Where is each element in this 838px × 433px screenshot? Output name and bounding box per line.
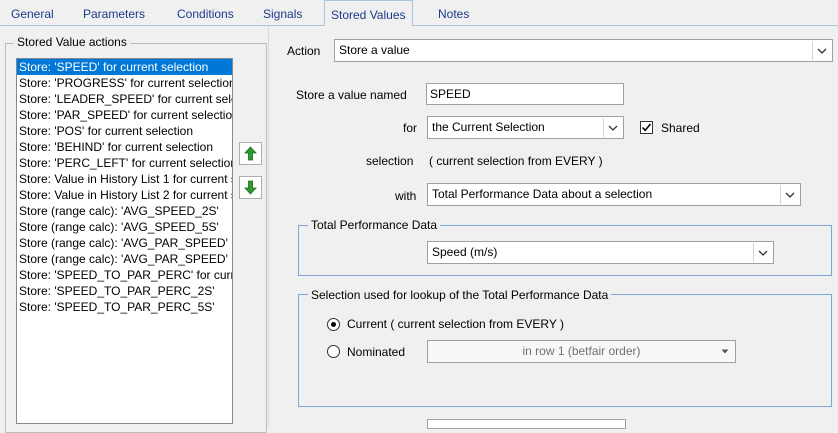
total-performance-data-title: Total Performance Data	[308, 218, 441, 232]
lookup-selection-title: Selection used for lookup of the Total P…	[308, 288, 612, 302]
for-select-value: the Current Selection	[432, 120, 545, 134]
list-item[interactable]: Store: 'SPEED_TO_PAR_PERC_2S'	[17, 283, 232, 299]
list-item[interactable]: Store (range calc): 'AVG_PAR_SPEED'	[17, 251, 232, 267]
with-select-value: Total Performance Data about a selection	[432, 187, 653, 201]
nominated-select[interactable]: in row 1 (betfair order)	[427, 340, 736, 363]
action-select[interactable]: Store a value	[334, 39, 833, 62]
list-item[interactable]: Store: 'POS' for current selection	[17, 123, 232, 139]
chevron-down-icon[interactable]	[780, 185, 799, 204]
nominated-radio-label: Nominated	[347, 345, 406, 359]
checkmark-icon	[641, 123, 652, 132]
tab-notes[interactable]: Notes	[432, 3, 475, 25]
stored-value-actions-list[interactable]: Store: 'SPEED' for current selection Sto…	[16, 58, 233, 424]
shared-checkbox[interactable]	[640, 121, 653, 134]
tab-strip: General Parameters Conditions Signals St…	[0, 0, 838, 26]
selection-value: ( current selection from EVERY )	[429, 154, 603, 168]
list-item[interactable]: Store: 'SPEED_TO_PAR_PERC_5S'	[17, 299, 232, 315]
action-label: Action	[287, 44, 321, 58]
chevron-down-icon[interactable]	[812, 41, 831, 60]
partial-control[interactable]	[427, 419, 626, 429]
list-item[interactable]: Store: 'PAR_SPEED' for current selection	[17, 107, 232, 123]
list-item[interactable]: Store (range calc): 'AVG_PAR_SPEED'	[17, 235, 232, 251]
move-down-button[interactable]	[239, 176, 262, 199]
chevron-down-icon[interactable]	[753, 243, 772, 262]
list-item[interactable]: Store: Value in History List 2 for curre…	[17, 187, 232, 203]
list-item[interactable]: Store: 'PERC_LEFT' for current selection	[17, 155, 232, 171]
tab-general[interactable]: General	[5, 3, 60, 25]
tab-signals[interactable]: Signals	[257, 3, 308, 25]
list-item[interactable]: Store: 'LEADER_SPEED' for current select…	[17, 91, 232, 107]
move-up-button[interactable]	[239, 142, 262, 165]
list-item[interactable]: Store: 'SPEED' for current selection	[17, 59, 232, 75]
green-down-arrow-icon	[244, 180, 257, 195]
tpd-select[interactable]: Speed (m/s)	[427, 241, 774, 264]
tab-stored-values[interactable]: Stored Values	[324, 0, 413, 26]
for-label: for	[403, 121, 418, 135]
nominated-radio[interactable]	[327, 345, 340, 358]
list-item[interactable]: Store: Value in History List 1 for curre…	[17, 171, 232, 187]
store-value-named-label: Store a value named	[296, 88, 407, 102]
nominated-select-value: in row 1 (betfair order)	[522, 344, 641, 358]
green-up-arrow-icon	[244, 146, 257, 161]
current-radio[interactable]	[327, 318, 340, 331]
value-name-input[interactable]: SPEED	[426, 83, 624, 105]
chevron-down-icon[interactable]	[603, 118, 622, 137]
selection-label: selection	[366, 154, 414, 168]
with-label: with	[395, 189, 417, 203]
tab-conditions[interactable]: Conditions	[171, 3, 240, 25]
list-item[interactable]: Store: 'PROGRESS' for current selection	[17, 75, 232, 91]
chevron-down-icon[interactable]	[715, 342, 734, 361]
list-item[interactable]: Store (range calc): 'AVG_SPEED_5S'	[17, 219, 232, 235]
current-radio-label: Current ( current selection from EVERY )	[347, 317, 564, 331]
tpd-select-value: Speed (m/s)	[432, 245, 498, 259]
shared-label: Shared	[661, 121, 700, 135]
list-item[interactable]: Store: 'BEHIND' for current selection	[17, 139, 232, 155]
with-select[interactable]: Total Performance Data about a selection	[427, 183, 801, 206]
for-select[interactable]: the Current Selection	[427, 116, 624, 139]
list-item[interactable]: Store: 'SPEED_TO_PAR_PERC' for current s…	[17, 267, 232, 283]
action-select-value: Store a value	[339, 43, 410, 57]
stored-value-actions-title: Stored Value actions	[14, 35, 130, 49]
list-item[interactable]: Store (range calc): 'AVG_SPEED_2S'	[17, 203, 232, 219]
tab-parameters[interactable]: Parameters	[77, 3, 151, 25]
